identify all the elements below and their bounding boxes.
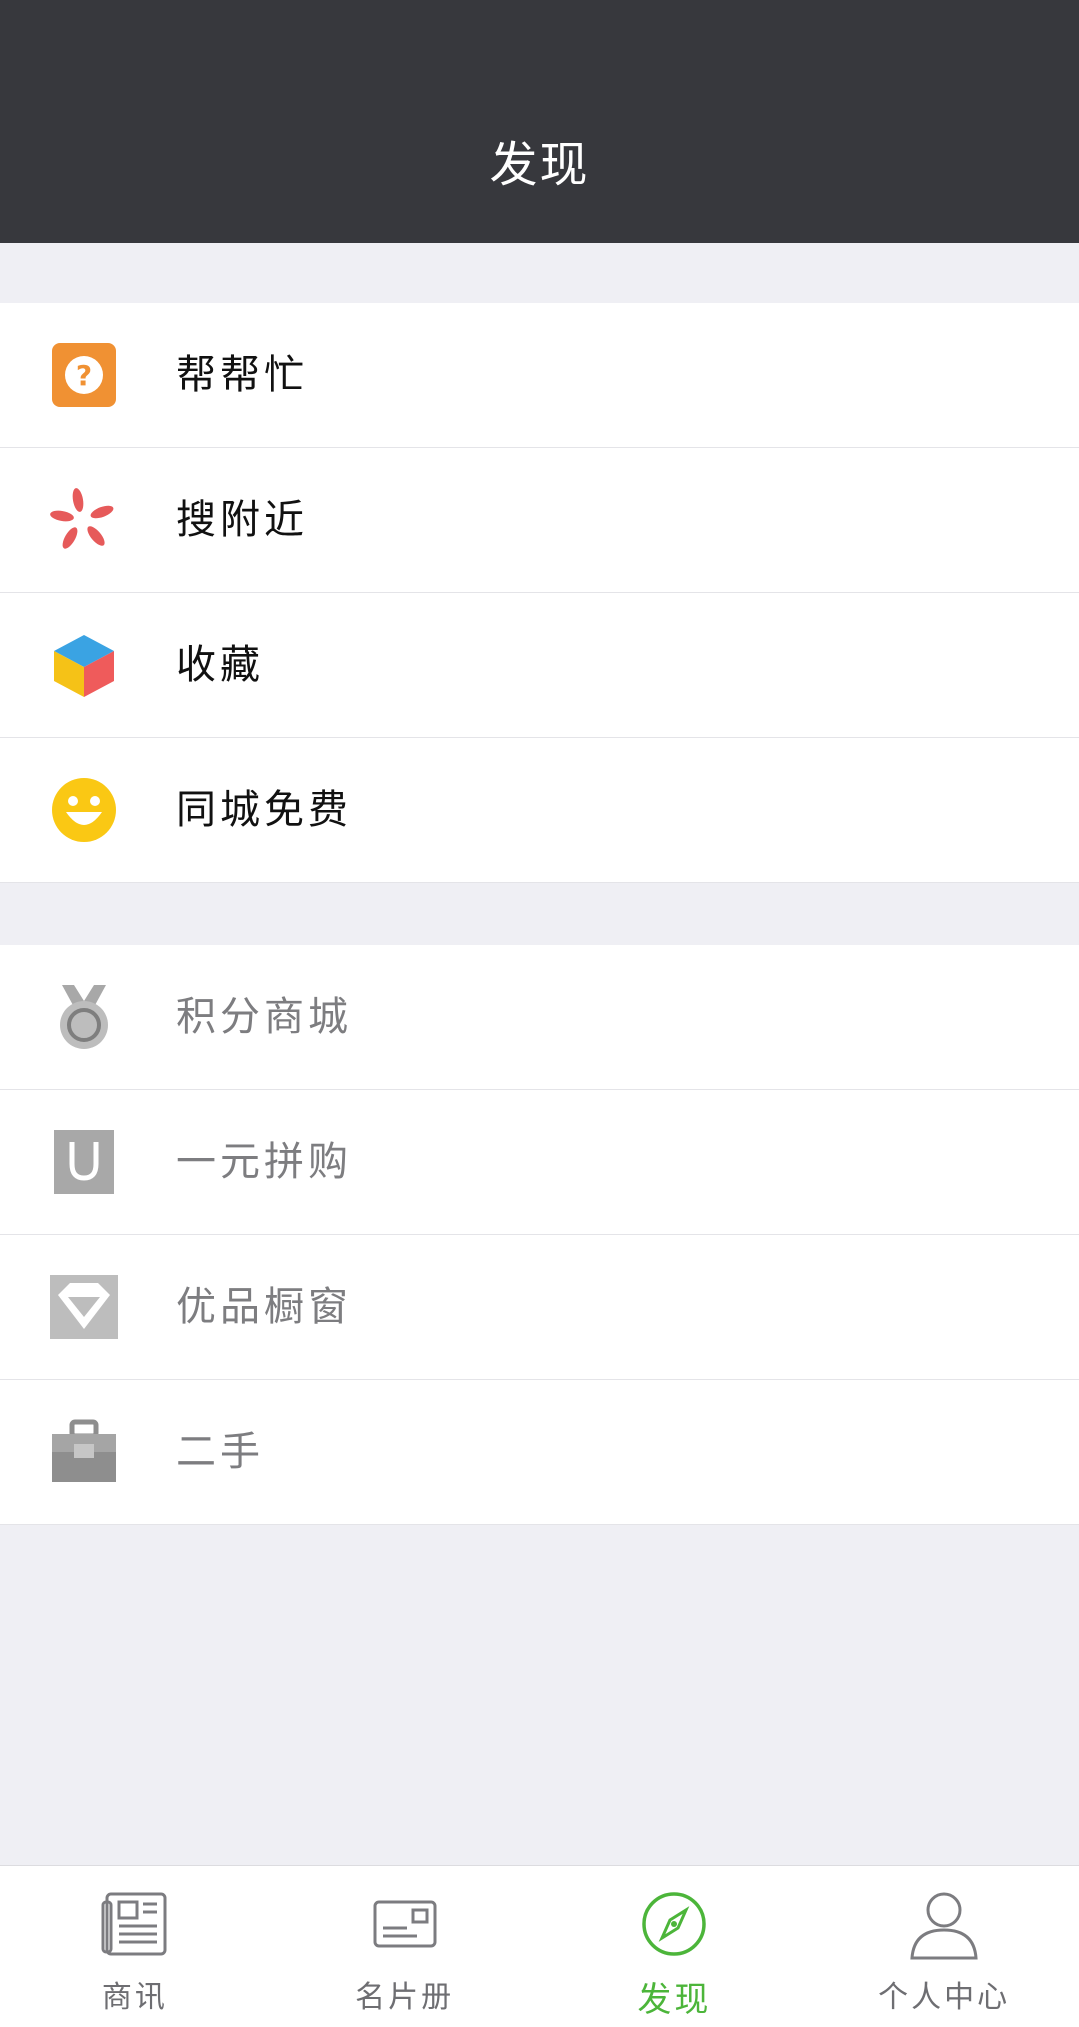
list-item-label: 二手: [176, 1429, 264, 1475]
tab-label: 名片册: [355, 1980, 455, 2015]
cube-icon: [50, 631, 118, 699]
list-item-second-hand[interactable]: 二手: [0, 1380, 1079, 1525]
list-item-help[interactable]: ? 帮帮忙: [0, 303, 1079, 448]
question-icon: ?: [50, 341, 118, 409]
header-bar: 发现: [0, 0, 1079, 243]
pinwheel-icon: [50, 486, 118, 554]
list-item-label: 优品橱窗: [176, 1284, 352, 1330]
list-item-nearby[interactable]: 搜附近: [0, 448, 1079, 593]
newspaper-icon: [99, 1888, 171, 1960]
person-icon: [908, 1888, 980, 1960]
smiley-icon: [50, 776, 118, 844]
list-item-favorites[interactable]: 收藏: [0, 593, 1079, 738]
list-item-label: 搜附近: [176, 497, 308, 543]
tab-discover[interactable]: 发现: [540, 1866, 810, 2027]
list-item-label: 收藏: [176, 642, 264, 688]
list-item-label: 同城免费: [176, 787, 352, 833]
medal-icon: [50, 983, 118, 1051]
list-item-label: 帮帮忙: [176, 352, 308, 398]
tab-card-book[interactable]: 名片册: [270, 1866, 540, 2027]
diamond-icon: [50, 1273, 118, 1341]
list-item-free-local[interactable]: 同城免费: [0, 738, 1079, 883]
page-title: 发现: [489, 137, 590, 193]
briefcase-icon: [50, 1418, 118, 1486]
tab-label: 个人中心: [878, 1980, 1011, 2015]
tab-profile[interactable]: 个人中心: [809, 1866, 1079, 2027]
tab-label: 发现: [637, 1980, 712, 2020]
svg-text:?: ?: [76, 359, 92, 392]
feature-list-secondary: 积分商城 一元拼购 优品橱窗 二手: [0, 945, 1079, 1525]
compass-icon: [638, 1888, 710, 1960]
bottom-tab-bar: 商讯 名片册 发现 个人中心: [0, 1865, 1079, 2027]
list-item-showcase[interactable]: 优品橱窗: [0, 1235, 1079, 1380]
list-item-label: 一元拼购: [176, 1139, 352, 1185]
tab-news[interactable]: 商讯: [0, 1866, 270, 2027]
shopping-bag-icon: [50, 1128, 118, 1196]
card-icon: [369, 1888, 441, 1960]
list-item-group-buy[interactable]: 一元拼购: [0, 1090, 1079, 1235]
feature-list-primary: ? 帮帮忙 搜附近 收藏 同城免费: [0, 303, 1079, 883]
tab-label: 商讯: [101, 1980, 168, 2015]
list-item-points-mall[interactable]: 积分商城: [0, 945, 1079, 1090]
list-item-label: 积分商城: [176, 994, 352, 1040]
